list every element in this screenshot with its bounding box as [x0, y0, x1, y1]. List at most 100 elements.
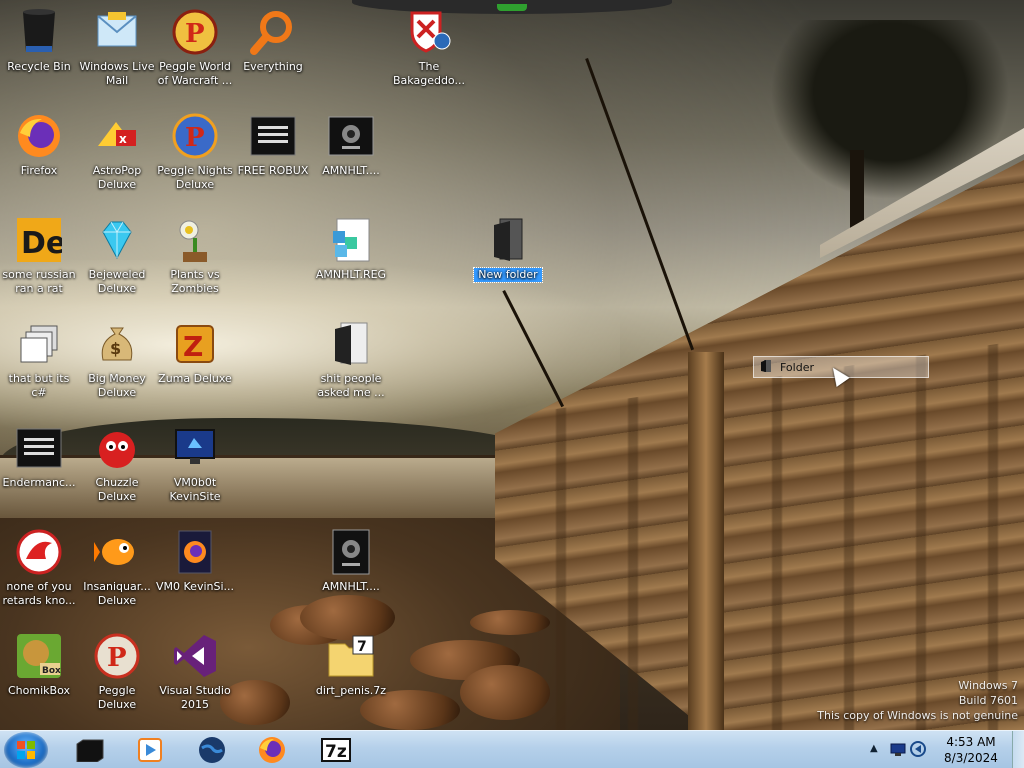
desktop-icon-that-but-its-c[interactable]: that but its c# — [0, 312, 78, 408]
desktop-icon-shit-people[interactable]: shit people asked me ... — [312, 312, 390, 408]
taskbar-firefox[interactable] — [244, 733, 300, 767]
icon-label: shit people asked me ... — [317, 372, 385, 399]
icon-label: Insaniquar... Deluxe — [83, 580, 151, 607]
desktop-icon-chuzzle[interactable]: Chuzzle Deluxe — [78, 416, 156, 512]
taskbar-media-player[interactable] — [122, 733, 178, 767]
icon-label: Firefox — [20, 164, 58, 177]
icon-label: VM0b0t KevinSite — [169, 476, 221, 503]
taskbar: 7z ▲ 4:53 AM 8/3/2024 — [0, 730, 1024, 768]
volume-icon[interactable] — [910, 741, 926, 757]
svg-text:P: P — [107, 643, 127, 673]
show-desktop-button[interactable] — [1012, 731, 1024, 768]
system-tray: ▲ 4:53 AM 8/3/2024 — [860, 731, 1024, 768]
desktop-icon-vm0-kevinsi[interactable]: VM0 KevinSi... — [156, 520, 234, 616]
clock-date: 8/3/2024 — [944, 751, 998, 765]
firefox-file-icon — [171, 528, 219, 576]
desktop-icon-endermanc[interactable]: Endermanc... — [0, 416, 78, 512]
drag-ghost-label: Folder — [780, 360, 814, 374]
icon-label: Big Money Deluxe — [88, 372, 146, 399]
desktop-icon-amnhlt-1[interactable]: AMNHLT.... — [312, 104, 390, 200]
desktop-icon-visual-studio[interactable]: Visual Studio 2015 — [156, 624, 234, 720]
gem-icon — [93, 216, 141, 264]
recycle-bin-icon — [15, 8, 63, 56]
desktop-icon-peggle-deluxe[interactable]: P Peggle Deluxe — [78, 624, 156, 720]
icon-label: Visual Studio 2015 — [159, 684, 231, 711]
svg-text:Z: Z — [183, 330, 203, 363]
desktop-icon-insaniquarium[interactable]: Insaniquar... Deluxe — [78, 520, 156, 616]
show-hidden-icons-button[interactable]: ▲ — [870, 743, 878, 754]
folder-dark-icon — [327, 320, 375, 368]
archive-7z-icon: 7 — [327, 632, 375, 680]
money-bag-icon: $ — [93, 320, 141, 368]
windows-stack-icon — [15, 320, 63, 368]
desktop-icon-amnhlt-reg[interactable]: AMNHLT.REG — [312, 208, 390, 304]
desktop-icon-none-of-you[interactable]: none of you retards kno... — [0, 520, 78, 616]
icon-label: Chuzzle Deluxe — [95, 476, 139, 503]
media-player-icon — [138, 738, 162, 762]
plant-icon — [171, 216, 219, 264]
icon-label: Zuma Deluxe — [158, 372, 232, 385]
console-icon — [15, 424, 63, 472]
svg-text:7z: 7z — [325, 742, 347, 762]
magnifier-icon — [249, 8, 297, 56]
app-icon — [327, 528, 375, 576]
watermark-line3: This copy of Windows is not genuine — [817, 709, 1018, 722]
watermark-line2: Build 7601 — [958, 694, 1018, 707]
dragon-icon — [15, 528, 63, 576]
svg-text:7: 7 — [357, 639, 367, 655]
icon-label-selected[interactable]: New folder — [473, 267, 543, 283]
registry-icon — [327, 216, 375, 264]
7zip-icon: 7z — [321, 738, 351, 762]
svg-text:P: P — [185, 123, 205, 153]
taskbar-7zip[interactable]: 7z — [308, 733, 364, 767]
taskbar-explorer[interactable] — [62, 733, 118, 767]
desktop-icon-free-robux[interactable]: FREE ROBUX — [234, 104, 312, 200]
folder-icon — [484, 216, 532, 264]
desktop-icon-new-folder[interactable]: New folder — [469, 208, 547, 304]
svg-text:P: P — [185, 19, 205, 49]
icon-label: Endermanc... — [2, 476, 76, 489]
astropop-icon: x — [93, 112, 141, 160]
icon-label: that but its c# — [8, 372, 70, 399]
monitor-icon — [171, 424, 219, 472]
desktop-icon-some-russian[interactable]: De some russian ran a rat — [0, 208, 78, 304]
icon-label: Plants vs Zombies — [170, 268, 220, 295]
taskbar-globe[interactable] — [184, 733, 240, 767]
desktop-icon-peggle-wow[interactable]: P Peggle World of Warcraft ... — [156, 0, 234, 96]
svg-text:Box: Box — [42, 666, 61, 676]
desktop-icon-big-money[interactable]: $ Big Money Deluxe — [78, 312, 156, 408]
icon-label: AMNHLT.... — [322, 164, 380, 177]
icon-label: Peggle Deluxe — [97, 684, 137, 711]
desktop-icon-windows-live-mail[interactable]: Windows Live Mail — [78, 0, 156, 96]
desktop-icon-peggle-nights[interactable]: P Peggle Nights Deluxe — [156, 104, 234, 200]
network-icon[interactable] — [890, 741, 906, 757]
chuzzle-icon — [93, 424, 141, 472]
icon-label: ChomikBox — [8, 684, 70, 697]
desktop-icon-plants-vs-zombies[interactable]: Plants vs Zombies — [156, 208, 234, 304]
desktop-icon-firefox[interactable]: Firefox — [0, 104, 78, 200]
desktop-icon-astropop[interactable]: x AstroPop Deluxe — [78, 104, 156, 200]
visual-studio-icon — [171, 632, 219, 680]
icon-label: AstroPop Deluxe — [92, 164, 142, 191]
clock[interactable]: 4:53 AM 8/3/2024 — [930, 734, 1012, 766]
desktop-icon-recycle-bin[interactable]: Recycle Bin — [0, 0, 78, 96]
desktop-icon-bejeweled[interactable]: Bejeweled Deluxe — [78, 208, 156, 304]
peggle-icon: P — [171, 8, 219, 56]
desktop-icon-chomikbox[interactable]: Box ChomikBox — [0, 624, 78, 720]
globe-icon — [199, 737, 225, 763]
desktop-icon-bakageddon[interactable]: The Bakageddo... — [390, 0, 468, 96]
icon-label: Everything — [243, 60, 303, 73]
desktop-icon-zuma[interactable]: Z Zuma Deluxe — [156, 312, 234, 408]
watermark-line1: Windows 7 — [958, 679, 1018, 692]
hamster-icon: Box — [15, 632, 63, 680]
folder-black-icon — [76, 739, 104, 762]
desktop-icon-vm0b0t[interactable]: VM0b0t KevinSite — [156, 416, 234, 512]
start-button[interactable] — [4, 732, 48, 768]
svg-text:x: x — [119, 132, 127, 146]
app-icon — [327, 112, 375, 160]
desktop-icon-dirt-penis[interactable]: 7 dirt_penis.7z — [312, 624, 390, 720]
desktop-icon-everything[interactable]: Everything — [234, 0, 312, 96]
desktop-icon-amnhlt-2[interactable]: AMNHLT.... — [312, 520, 390, 616]
firefox-icon — [15, 112, 63, 160]
icon-label: FREE ROBUX — [237, 164, 309, 177]
